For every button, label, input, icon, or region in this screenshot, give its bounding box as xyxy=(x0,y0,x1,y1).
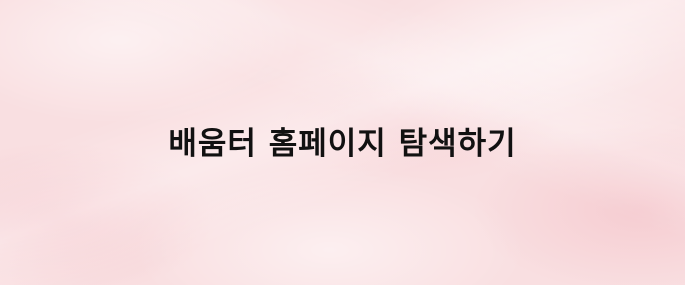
banner-canvas: 배움터 홈페이지 탐색하기 xyxy=(0,0,685,285)
banner-title: 배움터 홈페이지 탐색하기 xyxy=(168,126,517,162)
